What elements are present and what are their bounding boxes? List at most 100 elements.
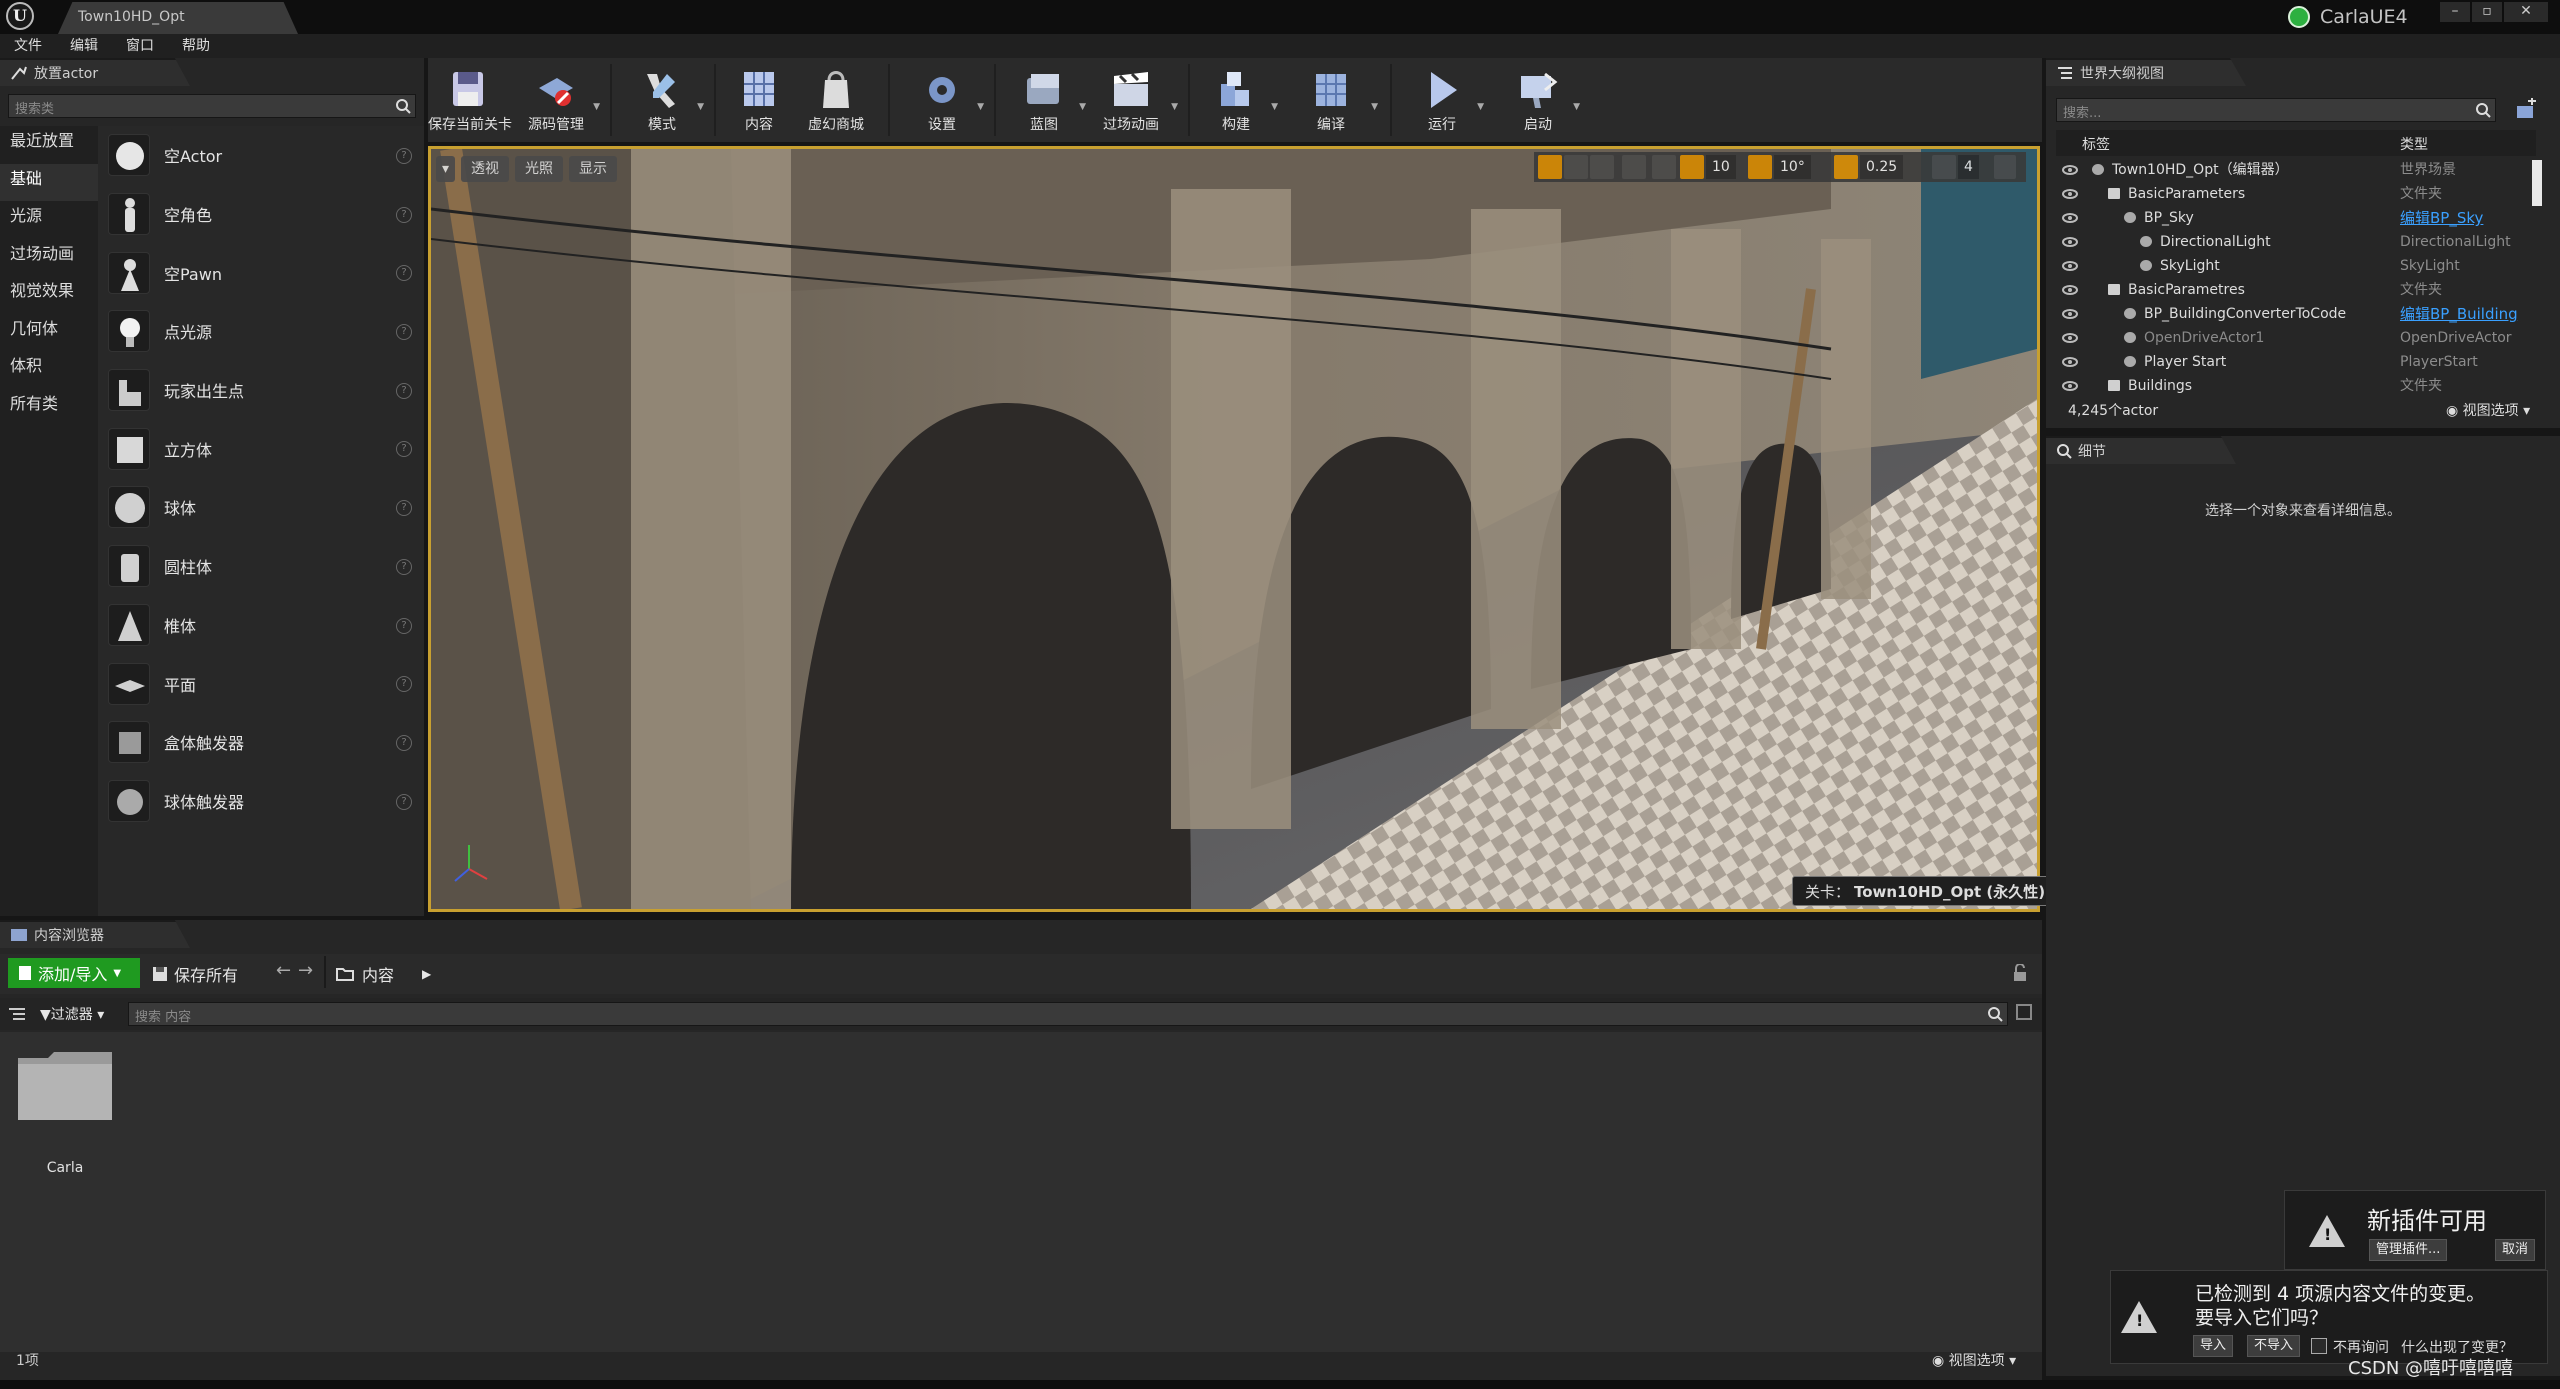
actor-item-cylinder[interactable]: 圆柱体? bbox=[98, 537, 424, 596]
add-import-button[interactable]: 添加/导入 ▼ bbox=[8, 958, 140, 988]
source-control-button[interactable]: 源码管理 ▼ bbox=[516, 64, 600, 142]
create-folder-icon[interactable] bbox=[2514, 98, 2538, 122]
actor-item-player-start[interactable]: 玩家出生点? bbox=[98, 361, 424, 420]
column-label-header[interactable]: 标签 bbox=[2082, 134, 2110, 154]
camera-speed-value[interactable]: 4 bbox=[1958, 155, 1979, 179]
menu-file[interactable]: 文件 bbox=[0, 34, 56, 58]
surface-snap-icon[interactable] bbox=[1652, 155, 1676, 179]
blueprints-button[interactable]: 蓝图 ▼ bbox=[1006, 64, 1086, 142]
actor-item-point-light[interactable]: 点光源? bbox=[98, 302, 424, 361]
category-basic[interactable]: 基础 bbox=[0, 163, 98, 201]
close-button[interactable]: ✕ bbox=[2504, 2, 2548, 22]
help-icon[interactable]: ? bbox=[396, 206, 412, 223]
category-geometry[interactable]: 几何体 bbox=[0, 314, 98, 352]
visibility-eye-icon[interactable] bbox=[2062, 332, 2078, 344]
viewport-menu-button[interactable]: ▾ bbox=[436, 156, 456, 182]
level-document-tab[interactable]: Town10HD_Opt bbox=[58, 2, 298, 34]
grid-snap-icon[interactable] bbox=[1680, 155, 1704, 179]
marketplace-button[interactable]: 虚幻商城 bbox=[796, 64, 876, 142]
minimize-button[interactable]: – bbox=[2440, 2, 2470, 22]
dropdown-arrow-icon[interactable]: ▼ bbox=[1271, 102, 1278, 112]
world-local-icon[interactable] bbox=[1622, 155, 1646, 179]
menu-window[interactable]: 窗口 bbox=[112, 34, 168, 58]
plugin-cancel-button[interactable]: 取消 bbox=[2495, 1239, 2536, 1261]
column-type-header[interactable]: 类型 bbox=[2400, 134, 2428, 154]
outliner-search-input[interactable]: 搜索... bbox=[2056, 98, 2496, 122]
visibility-eye-icon[interactable] bbox=[2062, 188, 2078, 200]
actor-item-cube[interactable]: 立方体? bbox=[98, 419, 424, 478]
rotation-snap-value[interactable]: 10° bbox=[1774, 155, 1811, 179]
history-back-icon[interactable]: ← bbox=[276, 960, 291, 981]
edit-blueprint-link[interactable]: 编辑BP_Building bbox=[2400, 302, 2518, 326]
category-visual-effects[interactable]: 视觉效果 bbox=[0, 276, 98, 314]
help-icon[interactable]: ? bbox=[396, 324, 412, 341]
visibility-eye-icon[interactable] bbox=[2062, 260, 2078, 272]
dropdown-arrow-icon[interactable]: ▼ bbox=[1573, 102, 1580, 112]
outliner-row[interactable]: OpenDriveActor1 OpenDriveActor bbox=[2056, 326, 2536, 350]
scale-tool-icon[interactable] bbox=[1590, 155, 1614, 179]
launch-button[interactable]: 启动 ▼ bbox=[1500, 64, 1580, 142]
actor-item-plane[interactable]: 平面? bbox=[98, 654, 424, 713]
actor-item-empty-actor[interactable]: 空Actor? bbox=[98, 126, 424, 185]
category-cinematic[interactable]: 过场动画 bbox=[0, 239, 98, 277]
play-button[interactable]: 运行 ▼ bbox=[1404, 64, 1484, 142]
outliner-scrollbar[interactable] bbox=[2532, 160, 2542, 206]
content-browser-tab[interactable]: 内容浏览器 bbox=[0, 920, 190, 948]
help-icon[interactable]: ? bbox=[396, 148, 412, 164]
dont-ask-checkbox[interactable] bbox=[2311, 1338, 2327, 1354]
outliner-row[interactable]: Buildings 文件夹 bbox=[2056, 374, 2536, 398]
settings-button[interactable]: 设置 ▼ bbox=[904, 64, 984, 142]
edit-blueprint-link[interactable]: 编辑BP_Sky bbox=[2400, 206, 2483, 230]
content-search-input[interactable]: 搜索 内容 bbox=[128, 1002, 2008, 1026]
category-lights[interactable]: 光源 bbox=[0, 201, 98, 239]
actor-item-empty-pawn[interactable]: 空Pawn? bbox=[98, 243, 424, 302]
content-button[interactable]: 内容 bbox=[724, 64, 794, 142]
outliner-row[interactable]: SkyLight SkyLight bbox=[2056, 254, 2536, 278]
folder-item-carla[interactable] bbox=[16, 1050, 114, 1122]
perspective-button[interactable]: 透视 bbox=[461, 156, 510, 182]
menu-edit[interactable]: 编辑 bbox=[56, 34, 112, 58]
show-button[interactable]: 显示 bbox=[569, 156, 618, 182]
visibility-eye-icon[interactable] bbox=[2062, 308, 2078, 320]
camera-speed-icon[interactable] bbox=[1932, 155, 1956, 179]
actor-item-empty-character[interactable]: 空角色? bbox=[98, 185, 424, 244]
save-all-button[interactable]: 保存所有 bbox=[152, 962, 238, 986]
dropdown-arrow-icon[interactable]: ▼ bbox=[593, 102, 600, 112]
manage-plugins-button[interactable]: 管理插件... bbox=[2369, 1239, 2448, 1261]
sources-panel-toggle-icon[interactable] bbox=[8, 1006, 26, 1022]
compile-button[interactable]: 编译 ▼ bbox=[1288, 64, 1378, 142]
outliner-row[interactable]: Player Start PlayerStart bbox=[2056, 350, 2536, 374]
world-outliner-tab[interactable]: 世界大纲视图 bbox=[2046, 58, 2246, 86]
help-icon[interactable]: ? bbox=[396, 617, 412, 634]
actor-item-box-trigger[interactable]: 盒体触发器? bbox=[98, 713, 424, 772]
category-all-classes[interactable]: 所有类 bbox=[0, 389, 98, 427]
scale-snap-icon[interactable] bbox=[1834, 155, 1858, 179]
actor-item-sphere[interactable]: 球体? bbox=[98, 478, 424, 537]
help-icon[interactable]: ? bbox=[396, 265, 412, 282]
content-view-options[interactable]: ◉ 视图选项 ▾ bbox=[1932, 1350, 2016, 1370]
lock-icon[interactable] bbox=[2012, 964, 2028, 982]
help-icon[interactable]: ? bbox=[396, 441, 412, 458]
dropdown-arrow-icon[interactable]: ▼ bbox=[977, 102, 984, 112]
menu-help[interactable]: 帮助 bbox=[168, 34, 224, 58]
path-breadcrumb[interactable]: 内容 ▶ bbox=[336, 962, 431, 986]
help-icon[interactable]: ? bbox=[396, 558, 412, 575]
dropdown-arrow-icon[interactable]: ▼ bbox=[697, 102, 704, 112]
outliner-row[interactable]: BP_BuildingConverterToCode 编辑BP_Building bbox=[2056, 302, 2536, 326]
outliner-row[interactable]: DirectionalLight DirectionalLight bbox=[2056, 230, 2536, 254]
path-arrow-icon[interactable]: ▶ bbox=[422, 967, 431, 981]
outliner-row[interactable]: Town10HD_Opt（编辑器） 世界场景 bbox=[2056, 158, 2536, 182]
visibility-eye-icon[interactable] bbox=[2062, 212, 2078, 224]
actor-item-sphere-trigger[interactable]: 球体触发器? bbox=[98, 772, 424, 831]
outliner-view-options[interactable]: ◉ 视图选项 ▾ bbox=[2446, 400, 2530, 420]
cinematics-button[interactable]: 过场动画 ▼ bbox=[1088, 64, 1178, 142]
filters-button[interactable]: ▼过滤器 ▾ bbox=[40, 1004, 104, 1024]
build-button[interactable]: 构建 ▼ bbox=[1198, 64, 1278, 142]
category-recent[interactable]: 最近放置 bbox=[0, 126, 98, 164]
help-icon[interactable]: ? bbox=[396, 793, 412, 810]
category-volumes[interactable]: 体积 bbox=[0, 351, 98, 389]
actor-item-cone[interactable]: 椎体? bbox=[98, 596, 424, 655]
grid-snap-value[interactable]: 10 bbox=[1706, 155, 1736, 179]
history-forward-icon[interactable]: → bbox=[298, 960, 313, 981]
visibility-eye-icon[interactable] bbox=[2062, 164, 2078, 176]
